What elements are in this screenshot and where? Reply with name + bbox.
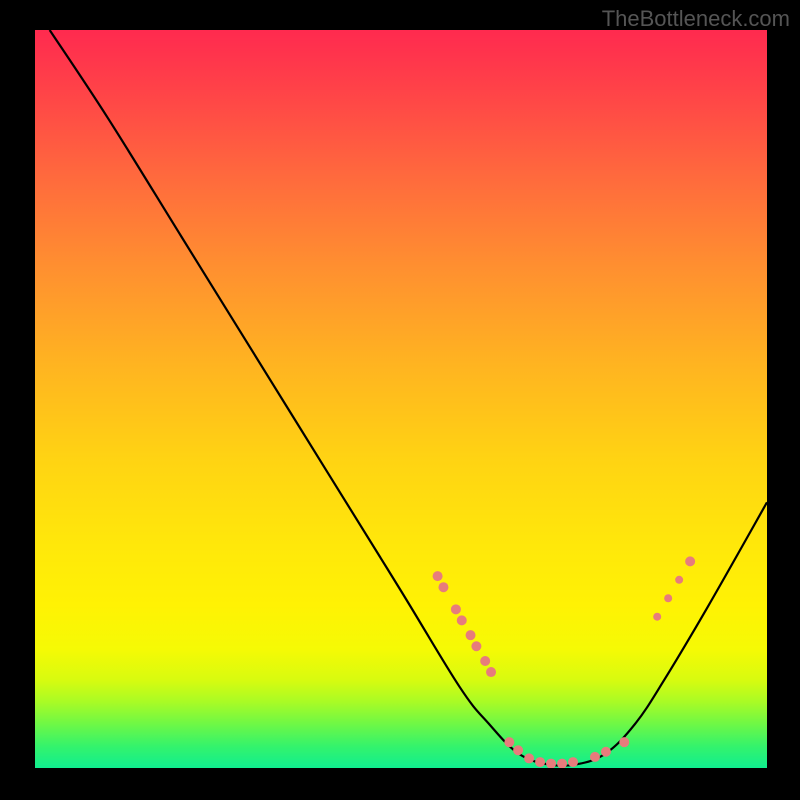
chart-marker	[653, 613, 661, 621]
chart-markers	[433, 556, 696, 768]
watermark-text: TheBottleneck.com	[602, 6, 790, 32]
chart-marker	[504, 737, 514, 747]
chart-marker	[524, 753, 534, 763]
chart-marker	[590, 752, 600, 762]
chart-marker	[619, 737, 629, 747]
chart-marker	[451, 604, 461, 614]
chart-marker	[433, 571, 443, 581]
chart-marker	[546, 759, 556, 768]
chart-marker	[568, 757, 578, 767]
chart-marker	[664, 594, 672, 602]
chart-marker	[557, 759, 567, 768]
chart-marker	[480, 656, 490, 666]
chart-svg	[35, 30, 767, 768]
chart-plot-area	[35, 30, 767, 768]
chart-marker	[486, 667, 496, 677]
chart-marker	[466, 630, 476, 640]
chart-marker	[457, 615, 467, 625]
chart-marker	[535, 757, 545, 767]
chart-marker	[471, 641, 481, 651]
chart-marker	[601, 747, 611, 757]
chart-curve	[50, 30, 767, 766]
chart-marker	[438, 582, 448, 592]
chart-marker	[513, 745, 523, 755]
chart-marker	[675, 576, 683, 584]
chart-marker	[685, 556, 695, 566]
